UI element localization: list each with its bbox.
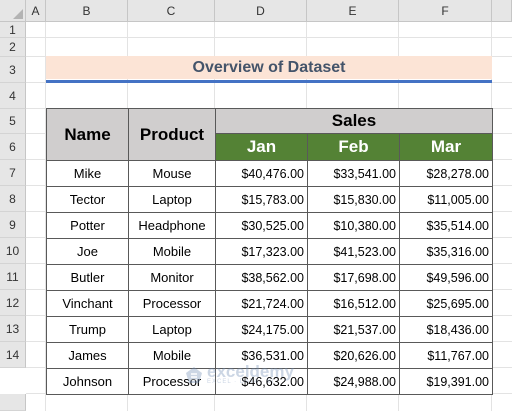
name-cell[interactable]: Johnson [46,368,129,395]
sales-cell-[interactable]: $16,512.00 [307,290,400,317]
sales-cell-[interactable]: $41,523.00 [307,238,400,265]
sales-cell-[interactable]: $15,783.00 [215,186,308,213]
name-header[interactable]: Name [46,108,129,161]
sales-cell-[interactable]: $49,596.00 [399,264,493,291]
product-cell[interactable]: Headphone [128,212,216,239]
product-cell[interactable]: Processor [128,368,216,395]
product-cell[interactable]: Mouse [128,160,216,187]
row-header-2[interactable]: 2 [0,38,26,57]
sales-cell-[interactable]: $25,695.00 [399,290,493,317]
sales-cell-[interactable]: $21,724.00 [215,290,308,317]
sales-cell-[interactable]: $30,525.00 [215,212,308,239]
select-all-triangle-icon [13,9,23,19]
sales-cell-[interactable]: $21,537.00 [307,316,400,343]
product-cell[interactable]: Mobile [128,238,216,265]
row-header-6[interactable]: 6 [0,134,26,160]
row-header-partial [0,394,26,411]
row-header-11[interactable]: 11 [0,264,26,290]
month-header-jan[interactable]: Jan [215,133,308,161]
product-cell[interactable]: Mobile [128,342,216,369]
column-header-c[interactable]: C [128,0,215,22]
sales-cell-[interactable]: $33,541.00 [307,160,400,187]
row-header-3[interactable]: 3 [0,57,26,83]
name-cell[interactable]: Joe [46,238,129,265]
product-cell[interactable]: Monitor [128,264,216,291]
gridline-horizontal [26,37,512,38]
sales-cell-[interactable]: $17,323.00 [215,238,308,265]
name-cell[interactable]: Vinchant [46,290,129,317]
sales-cell-[interactable]: $28,278.00 [399,160,493,187]
month-header-feb[interactable]: Feb [307,133,400,161]
sales-cell-[interactable]: $40,476.00 [215,160,308,187]
column-header-f[interactable]: F [399,0,492,22]
sales-cell-[interactable]: $46,632.00 [215,368,308,395]
sales-cell-[interactable]: $38,562.00 [215,264,308,291]
column-header-d[interactable]: D [215,0,307,22]
row-header-10[interactable]: 10 [0,238,26,264]
name-cell[interactable]: James [46,342,129,369]
row-header-8[interactable]: 8 [0,186,26,212]
product-cell[interactable]: Processor [128,290,216,317]
sales-cell-[interactable]: $19,391.00 [399,368,493,395]
product-cell[interactable]: Laptop [128,186,216,213]
sales-cell-[interactable]: $36,531.00 [215,342,308,369]
name-cell[interactable]: Mike [46,160,129,187]
column-header-a[interactable]: A [26,0,46,22]
name-cell[interactable]: Trump [46,316,129,343]
select-all-corner[interactable] [0,0,26,22]
sales-cell-[interactable]: $15,830.00 [307,186,400,213]
sales-cell-[interactable]: $11,767.00 [399,342,493,369]
row-header-13[interactable]: 13 [0,316,26,342]
product-header[interactable]: Product [128,108,216,161]
sales-cell-[interactable]: $20,626.00 [307,342,400,369]
row-header-7[interactable]: 7 [0,160,26,186]
sales-cell-[interactable]: $24,988.00 [307,368,400,395]
name-cell[interactable]: Potter [46,212,129,239]
month-header-mar[interactable]: Mar [399,133,493,161]
row-header-12[interactable]: 12 [0,290,26,316]
sales-cell-[interactable]: $35,514.00 [399,212,493,239]
row-header-4[interactable]: 4 [0,83,26,109]
row-header-5[interactable]: 5 [0,109,26,134]
sales-cell-[interactable]: $35,316.00 [399,238,493,265]
dataset-title[interactable]: Overview of Dataset [46,56,492,79]
sales-header[interactable]: Sales [215,108,493,134]
sales-cell-[interactable]: $10,380.00 [307,212,400,239]
column-header-b[interactable]: B [46,0,128,22]
row-header-9[interactable]: 9 [0,212,26,238]
column-header-e[interactable]: E [307,0,399,22]
row-header-14[interactable]: 14 [0,342,26,368]
sales-cell-[interactable]: $24,175.00 [215,316,308,343]
product-cell[interactable]: Laptop [128,316,216,343]
sales-cell-[interactable]: $11,005.00 [399,186,493,213]
sales-cell-[interactable]: $18,436.00 [399,316,493,343]
name-cell[interactable]: Tector [46,186,129,213]
row-header-1[interactable]: 1 [0,22,26,38]
column-header-empty [492,0,512,22]
name-cell[interactable]: Butler [46,264,129,291]
title-underline [46,80,492,83]
sales-cell-[interactable]: $17,698.00 [307,264,400,291]
